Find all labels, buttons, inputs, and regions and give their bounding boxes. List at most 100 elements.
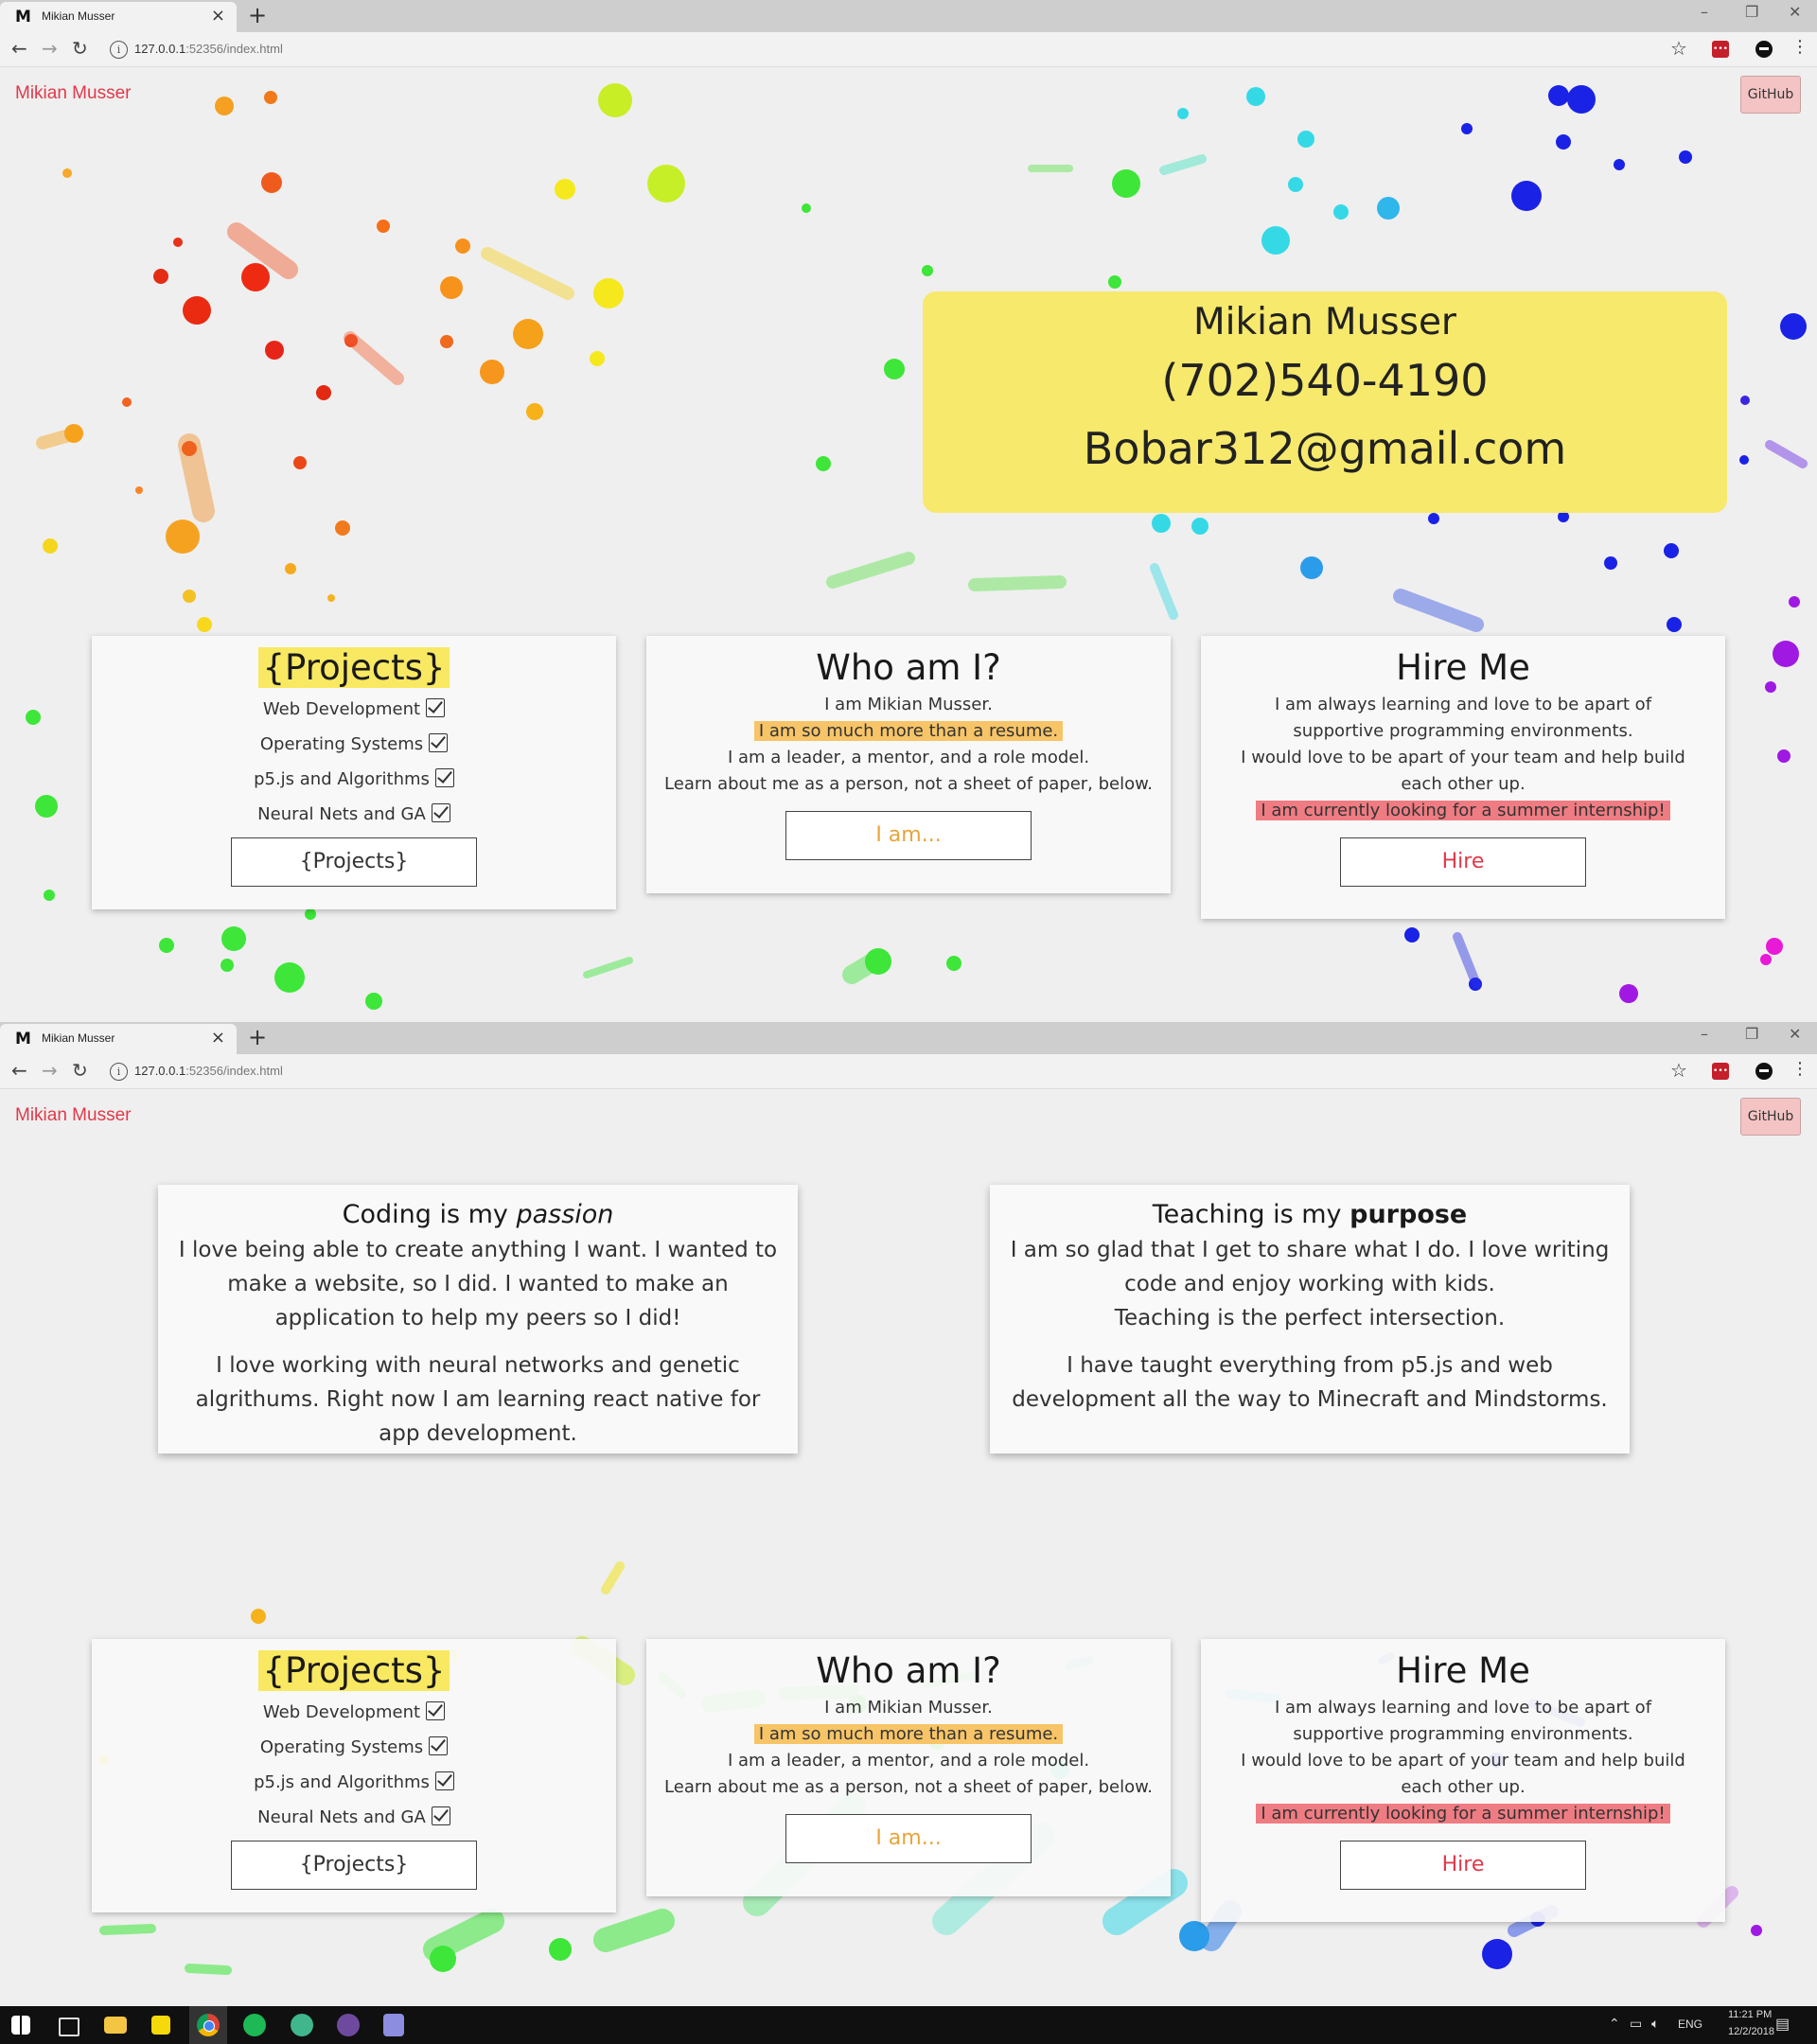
file-explorer-icon[interactable] <box>104 2017 127 2034</box>
chrome-center-icon <box>203 2020 215 2032</box>
who-am-i-card: Who am I? I am Mikian Musser. I am so mu… <box>646 636 1171 893</box>
checkbox-icon <box>434 768 454 787</box>
profile-icon[interactable] <box>1755 1063 1773 1080</box>
extension-icon[interactable]: ••• <box>1712 41 1729 58</box>
sticky-notes-icon[interactable] <box>151 2016 170 2035</box>
forward-icon[interactable]: → <box>42 37 58 60</box>
url-field[interactable]: 127.0.0.1:52356/index.html <box>134 42 283 56</box>
windows-start-icon[interactable] <box>11 2016 30 2035</box>
clock-time[interactable]: 11:21 PM <box>1728 2009 1772 2020</box>
tab-close-icon[interactable]: × <box>211 1028 225 1048</box>
address-bar: ← → ↻ i 127.0.0.1:52356/index.html ☆ •••… <box>0 32 1817 67</box>
chrome-taskbar-button[interactable] <box>189 2006 227 2044</box>
site-favicon-icon: M <box>15 1030 31 1048</box>
window-close-icon[interactable]: ✕ <box>1789 3 1801 21</box>
tab-bar: M Mikian Musser × + – ❐ ✕ <box>0 0 1817 32</box>
brand-link[interactable]: Mikian Musser <box>15 83 131 104</box>
window-close-icon[interactable]: ✕ <box>1789 1025 1801 1043</box>
volume-icon[interactable]: 🔈︎ <box>1651 2016 1659 2032</box>
atom-icon[interactable] <box>291 2014 313 2036</box>
projects-card: {Projects} Web Development Operating Sys… <box>92 1639 616 1912</box>
project-item: p5.js and Algorithms <box>92 1765 616 1800</box>
brand-link[interactable]: Mikian Musser <box>15 1105 131 1126</box>
i-am-button[interactable]: I am... <box>785 1814 1032 1863</box>
project-item: Operating Systems <box>92 727 616 762</box>
restore-icon[interactable]: ❐ <box>1745 1025 1758 1043</box>
minimize-icon[interactable]: – <box>1701 3 1708 21</box>
projects-button[interactable]: {Projects} <box>231 837 477 887</box>
tab-title: Mikian Musser <box>42 9 115 23</box>
checkbox-icon <box>426 1701 446 1720</box>
hire-highlight-line: I am currently looking for a summer inte… <box>1201 798 1725 824</box>
new-tab-button[interactable]: + <box>248 1024 267 1050</box>
new-tab-button[interactable]: + <box>248 2 267 28</box>
page-viewport: Mikian Musser GitHub Coding is my passio… <box>0 1088 1817 2006</box>
url-field[interactable]: 127.0.0.1:52356/index.html <box>134 1064 283 1078</box>
teaching-purpose-title: Teaching is my purpose <box>1152 1200 1468 1229</box>
teaching-paragraph: I have taught everything from p5.js and … <box>1012 1353 1608 1412</box>
coding-passion-card: Coding is my passion I love being able t… <box>158 1185 798 1454</box>
tab-mikian-musser[interactable]: M Mikian Musser × <box>0 1024 237 1054</box>
hire-me-card: Hire Me I am always learning and love to… <box>1201 636 1725 919</box>
task-view-icon[interactable] <box>59 2018 79 2036</box>
contact-phone: (702)540-4190 <box>1161 355 1489 406</box>
reload-icon[interactable]: ↻ <box>72 37 88 60</box>
who-line: I am a leader, a mentor, and a role mode… <box>727 1751 1090 1771</box>
hire-me-title: Hire Me <box>1396 1650 1530 1691</box>
who-am-i-card: Who am I? I am Mikian Musser. I am so mu… <box>646 1639 1171 1896</box>
project-item: Operating Systems <box>92 1730 616 1765</box>
i-am-button[interactable]: I am... <box>785 811 1032 860</box>
teaching-paragraph: I am so glad that I get to share what I … <box>1010 1238 1610 1296</box>
hire-highlight-line: I am currently looking for a summer inte… <box>1201 1801 1725 1827</box>
profile-icon[interactable] <box>1755 41 1773 58</box>
contact-card: Mikian Musser (702)540-4190 Bobar312@gma… <box>923 291 1727 513</box>
network-icon[interactable]: ▭ <box>1630 2016 1642 2032</box>
github-button[interactable]: GitHub <box>1740 1098 1801 1136</box>
browser-window-bottom: M Mikian Musser × + – ❐ ✕ ← → ↻ i 127.0.… <box>0 1022 1817 2006</box>
projects-card-title: {Projects} <box>257 647 450 688</box>
hire-line: I would love to be apart of your team an… <box>1241 748 1685 794</box>
checkbox-icon <box>429 1736 449 1755</box>
page-viewport: Mikian Musser GitHub Mikian Musser (702)… <box>0 66 1817 1022</box>
language-indicator[interactable]: ENG <box>1678 2018 1702 2031</box>
notifications-icon[interactable]: ▤ <box>1775 2015 1790 2034</box>
minimize-icon[interactable]: – <box>1701 1025 1708 1043</box>
browser-menu-icon[interactable]: ⋮ <box>1791 37 1808 57</box>
tab-title: Mikian Musser <box>42 1031 115 1045</box>
hire-button[interactable]: Hire <box>1340 1841 1586 1890</box>
site-info-icon[interactable]: i <box>110 41 128 59</box>
clock-date[interactable]: 12/2/2018 <box>1728 2026 1774 2037</box>
checkbox-icon <box>431 803 450 822</box>
extension-icon[interactable]: ••• <box>1712 1063 1729 1080</box>
tray-expand-icon[interactable]: ⌃ <box>1609 2016 1620 2032</box>
bookmark-star-icon[interactable]: ☆ <box>1670 37 1687 60</box>
github-desktop-icon[interactable] <box>337 2014 360 2036</box>
back-icon[interactable]: ← <box>11 37 27 60</box>
project-item: Web Development <box>92 692 616 727</box>
back-icon[interactable]: ← <box>11 1059 27 1082</box>
browser-menu-icon[interactable]: ⋮ <box>1791 1059 1808 1079</box>
github-button[interactable]: GitHub <box>1740 76 1801 114</box>
checkbox-icon <box>426 698 446 717</box>
tab-close-icon[interactable]: × <box>211 6 225 26</box>
hire-button[interactable]: Hire <box>1340 837 1586 887</box>
who-highlight-line: I am so much more than a resume. <box>646 718 1171 745</box>
spotify-icon[interactable] <box>243 2014 266 2036</box>
site-info-icon[interactable]: i <box>110 1063 128 1081</box>
restore-icon[interactable]: ❐ <box>1745 3 1758 21</box>
who-line: Learn about me as a person, not a sheet … <box>664 774 1153 794</box>
particles-warm <box>43 91 543 632</box>
reload-icon[interactable]: ↻ <box>72 1059 88 1082</box>
projects-button[interactable]: {Projects} <box>231 1841 477 1890</box>
who-highlight-line: I am so much more than a resume. <box>646 1721 1171 1748</box>
coding-paragraph: I love being able to create anything I w… <box>178 1238 778 1330</box>
who-am-i-title: Who am I? <box>816 647 1001 688</box>
browser-window-top: M Mikian Musser × + – ❐ ✕ ← → ↻ i 127.0.… <box>0 0 1817 1022</box>
contact-name: Mikian Musser <box>1193 301 1456 344</box>
forward-icon[interactable]: → <box>42 1059 58 1082</box>
bookmark-star-icon[interactable]: ☆ <box>1670 1059 1687 1082</box>
snipping-tool-icon[interactable] <box>383 2014 404 2036</box>
tab-mikian-musser[interactable]: M Mikian Musser × <box>0 2 237 32</box>
project-item: Web Development <box>92 1695 616 1730</box>
checkbox-icon <box>429 733 449 752</box>
